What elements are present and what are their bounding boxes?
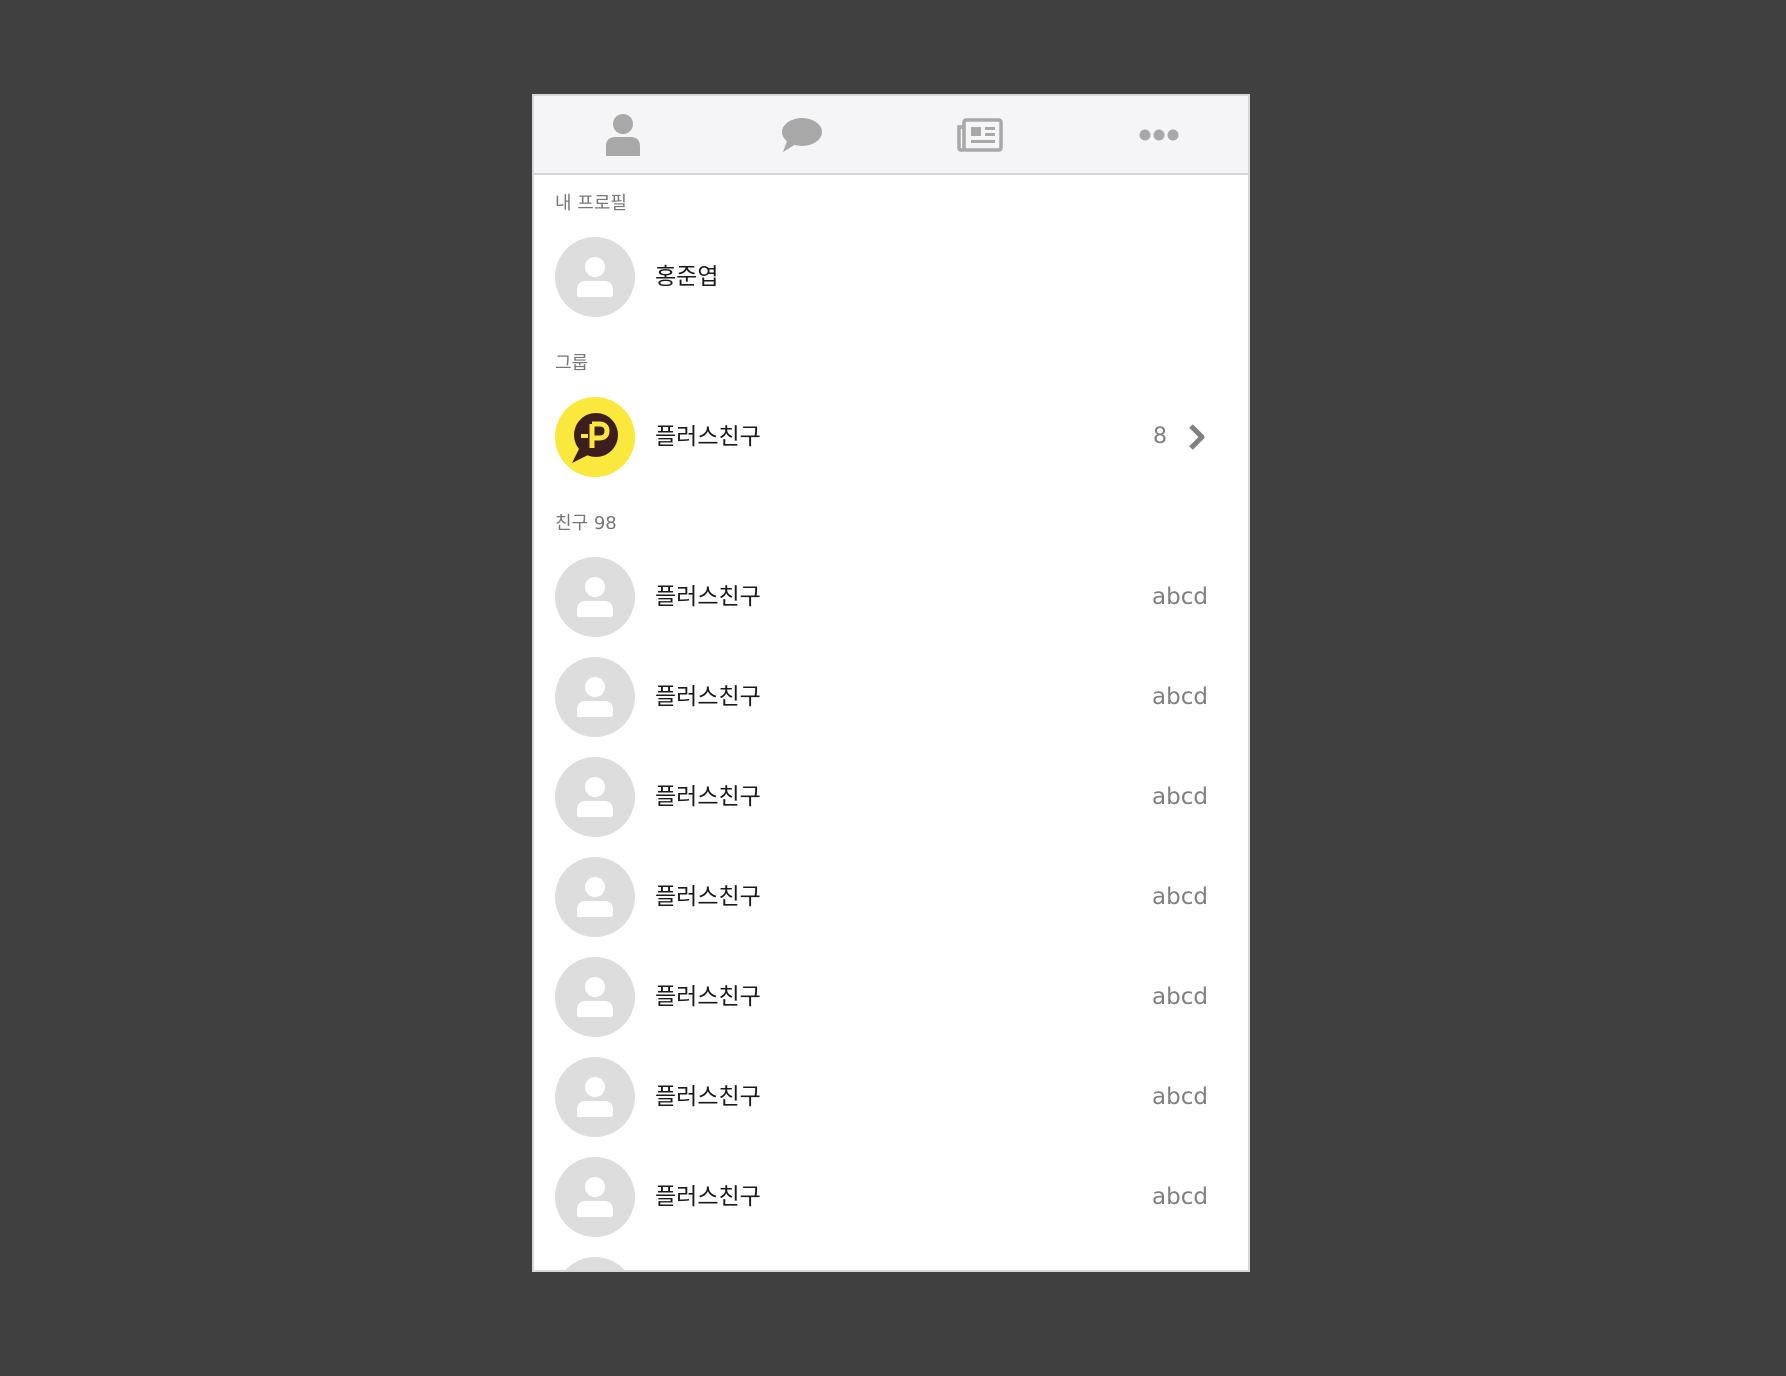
tab-news[interactable] (891, 96, 1070, 173)
default-avatar-icon (555, 657, 635, 737)
avatar (555, 557, 635, 637)
default-avatar-icon (555, 557, 635, 637)
avatar (555, 857, 635, 937)
default-avatar-icon (555, 857, 635, 937)
section-group: 그룹 (555, 353, 589, 374)
friend-row[interactable]: 플러스친구 abcd (534, 857, 1248, 939)
group-avatar (555, 397, 635, 477)
tab-friends[interactable] (534, 96, 713, 173)
friend-name: 플러스친구 (655, 1184, 761, 1210)
friend-name: 플러스친구 (655, 584, 761, 610)
default-avatar-icon (555, 1057, 635, 1137)
friend-row[interactable] (534, 1257, 1248, 1270)
tab-chats[interactable] (713, 96, 892, 173)
friend-name: 플러스친구 (655, 884, 761, 910)
friend-status: abcd (1152, 1184, 1208, 1210)
friend-row[interactable]: 플러스친구 abcd (534, 757, 1248, 839)
friend-name: 플러스친구 (655, 984, 761, 1010)
friend-status: abcd (1152, 684, 1208, 710)
avatar (555, 1057, 635, 1137)
avatar (555, 237, 635, 317)
section-friends: 친구 98 (555, 513, 617, 534)
plus-friend-logo-icon (555, 397, 635, 477)
friend-status: abcd (1152, 1084, 1208, 1110)
avatar (555, 1157, 635, 1237)
friend-name: 플러스친구 (655, 684, 761, 710)
phone-frame: 내 프로필 홍준엽 그룹 플러스친구 8 친구 98 플러스친구 abcd 플러… (532, 94, 1250, 1272)
friend-row[interactable]: 플러스친구 abcd (534, 557, 1248, 639)
default-avatar-icon (555, 237, 635, 317)
friend-status: abcd (1152, 984, 1208, 1010)
avatar (555, 657, 635, 737)
avatar (555, 957, 635, 1037)
chat-bubble-icon (781, 117, 823, 153)
tab-bar (534, 96, 1248, 175)
my-profile-row[interactable]: 홍준엽 (534, 237, 1248, 319)
friend-row[interactable]: 플러스친구 abcd (534, 957, 1248, 1039)
friend-status: abcd (1152, 584, 1208, 610)
default-avatar-icon (555, 1257, 635, 1270)
group-name: 플러스친구 (655, 424, 761, 450)
friend-status: abcd (1152, 884, 1208, 910)
group-count: 8 (1153, 424, 1167, 449)
person-icon (604, 113, 642, 156)
default-avatar-icon (555, 957, 635, 1037)
friend-status: abcd (1152, 784, 1208, 810)
default-avatar-icon (555, 757, 635, 837)
avatar (555, 1257, 635, 1270)
friend-row[interactable]: 플러스친구 abcd (534, 1057, 1248, 1139)
avatar (555, 757, 635, 837)
more-dots-icon (1139, 129, 1179, 141)
friends-list: 내 프로필 홍준엽 그룹 플러스친구 8 친구 98 플러스친구 abcd 플러… (534, 175, 1248, 1270)
friend-name: 플러스친구 (655, 1084, 761, 1110)
default-avatar-icon (555, 1157, 635, 1237)
group-row[interactable]: 플러스친구 8 (534, 397, 1248, 479)
friend-row[interactable]: 플러스친구 abcd (534, 657, 1248, 739)
section-my-profile: 내 프로필 (555, 193, 627, 214)
profile-name: 홍준엽 (655, 264, 719, 290)
chevron-right-icon (1186, 424, 1208, 450)
newspaper-icon (957, 117, 1003, 152)
friend-row[interactable]: 플러스친구 abcd (534, 1157, 1248, 1239)
friend-name: 플러스친구 (655, 784, 761, 810)
tab-more[interactable] (1070, 96, 1249, 173)
